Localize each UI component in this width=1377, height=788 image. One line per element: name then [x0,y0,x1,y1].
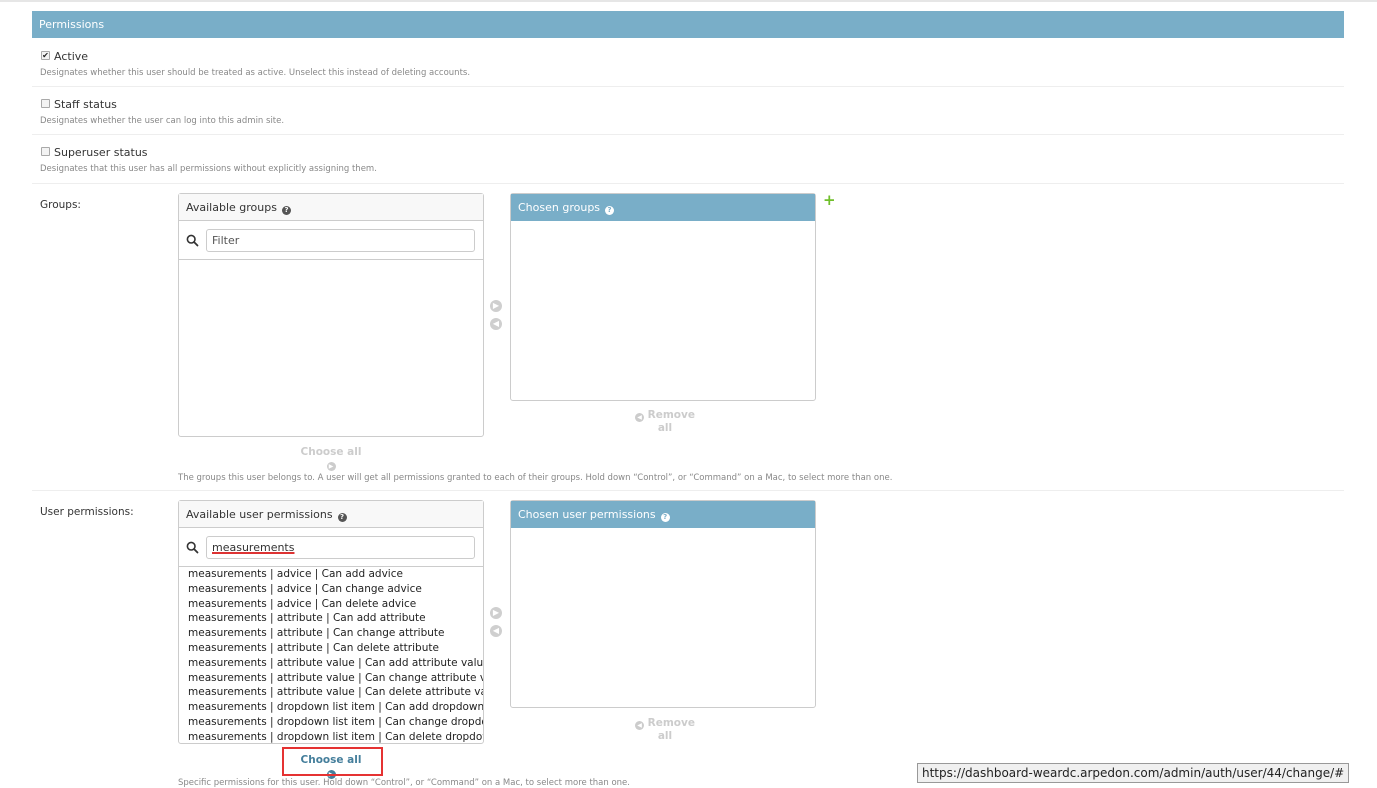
chosen-groups-title-text: Chosen groups [518,201,601,214]
help-icon[interactable]: ? [281,206,291,215]
add-group-plus-icon[interactable]: + [823,193,836,208]
available-groups-box: Available groups? [178,193,484,437]
permissions-move-arrows: ▶ ◀ [490,607,504,643]
top-border [0,0,1377,2]
active-label: Active [54,50,89,63]
chosen-groups-title: Chosen groups? [511,194,815,221]
help-icon[interactable]: ? [660,513,670,522]
available-permissions-box: Available user permissions? measurements… [178,500,484,744]
user-permissions-label: User permissions: [40,506,134,518]
staff-checkbox[interactable] [41,99,50,108]
superuser-label: Superuser status [54,146,148,159]
staff-row: Staff status Designates whether the user… [32,87,1344,135]
available-permissions-title: Available user permissions? [179,501,483,528]
active-row: ✔ Active Designates whether this user sh… [32,39,1344,87]
help-icon[interactable]: ? [337,513,347,522]
search-icon [186,541,199,554]
staff-help: Designates whether the user can log into… [40,116,285,126]
groups-choose-all-label: Choose all [300,446,362,458]
groups-help: The groups this user belongs to. A user … [178,473,893,483]
permissions-filter-input[interactable] [206,536,475,559]
add-arrow-icon[interactable]: ▶ [490,607,502,619]
chosen-permissions-title: Chosen user permissions? [511,501,815,528]
available-groups-title: Available groups? [179,194,483,221]
permission-option[interactable]: measurements | advice | Can change advic… [179,582,483,597]
groups-label: Groups: [40,199,81,211]
active-help: Designates whether this user should be t… [40,68,471,78]
remove-arrow-icon: ◀ [635,721,644,730]
add-arrow-icon[interactable]: ▶ [490,300,502,312]
permission-option[interactable]: measurements | advice | Can add advice [179,567,483,582]
groups-choose-all-button[interactable]: Choose all ▶ [298,446,364,471]
permission-option[interactable]: measurements | attribute value | Can cha… [179,671,483,686]
permissions-remove-all-label: Remove all [647,717,695,742]
search-icon [186,234,199,247]
staff-label: Staff status [54,98,117,111]
permission-option[interactable]: measurements | advice | Can delete advic… [179,597,483,612]
groups-filter-area [179,222,483,260]
choose-all-highlight [282,747,383,776]
remove-arrow-icon[interactable]: ◀ [490,625,502,637]
remove-arrow-icon[interactable]: ◀ [490,318,502,330]
permission-option[interactable]: measurements | attribute value | Can add… [179,656,483,671]
status-bar-url: https://dashboard-weardc.arpedon.com/adm… [917,763,1349,783]
groups-remove-all-button[interactable]: ◀ Remove all [633,409,697,434]
groups-move-arrows: ▶ ◀ [490,300,504,336]
available-permissions-list[interactable]: measurements | advice | Can add advice me… [179,567,483,743]
chosen-permissions-title-text: Chosen user permissions [518,508,656,521]
permissions-remove-all-button[interactable]: ◀ Remove all [633,717,697,742]
available-groups-title-text: Available groups [186,201,277,214]
available-groups-list[interactable] [179,260,483,436]
superuser-row: Superuser status Designates that this us… [32,135,1344,184]
remove-arrow-icon: ◀ [635,413,644,422]
permission-option[interactable]: measurements | dropdown list item | Can … [179,700,483,715]
superuser-checkbox[interactable] [41,147,50,156]
fieldset-title: Permissions [32,11,1344,38]
superuser-help: Designates that this user has all permis… [40,164,377,174]
permission-option[interactable]: measurements | attribute | Can delete at… [179,641,483,656]
chosen-groups-box: Chosen groups? [510,193,816,401]
chosen-permissions-list[interactable] [511,529,815,707]
permission-option[interactable]: measurements | attribute value | Can del… [179,685,483,700]
help-icon[interactable]: ? [605,206,615,215]
permission-option[interactable]: measurements | attribute | Can change at… [179,626,483,641]
add-arrow-icon: ▶ [326,462,336,471]
permission-option[interactable]: measurements | dropdown list item | Can … [179,715,483,730]
permission-option[interactable]: measurements | dropdown list item | Can … [179,730,483,743]
chosen-groups-list[interactable] [511,222,815,400]
active-checkbox[interactable]: ✔ [41,51,50,60]
permission-option[interactable]: measurements | attribute | Can add attri… [179,611,483,626]
permissions-filter-area [179,529,483,567]
groups-filter-input[interactable] [206,229,475,252]
chosen-permissions-box: Chosen user permissions? [510,500,816,708]
permissions-help: Specific permissions for this user. Hold… [178,778,630,788]
groups-remove-all-label: Remove all [647,409,695,434]
available-permissions-title-text: Available user permissions [186,508,333,521]
